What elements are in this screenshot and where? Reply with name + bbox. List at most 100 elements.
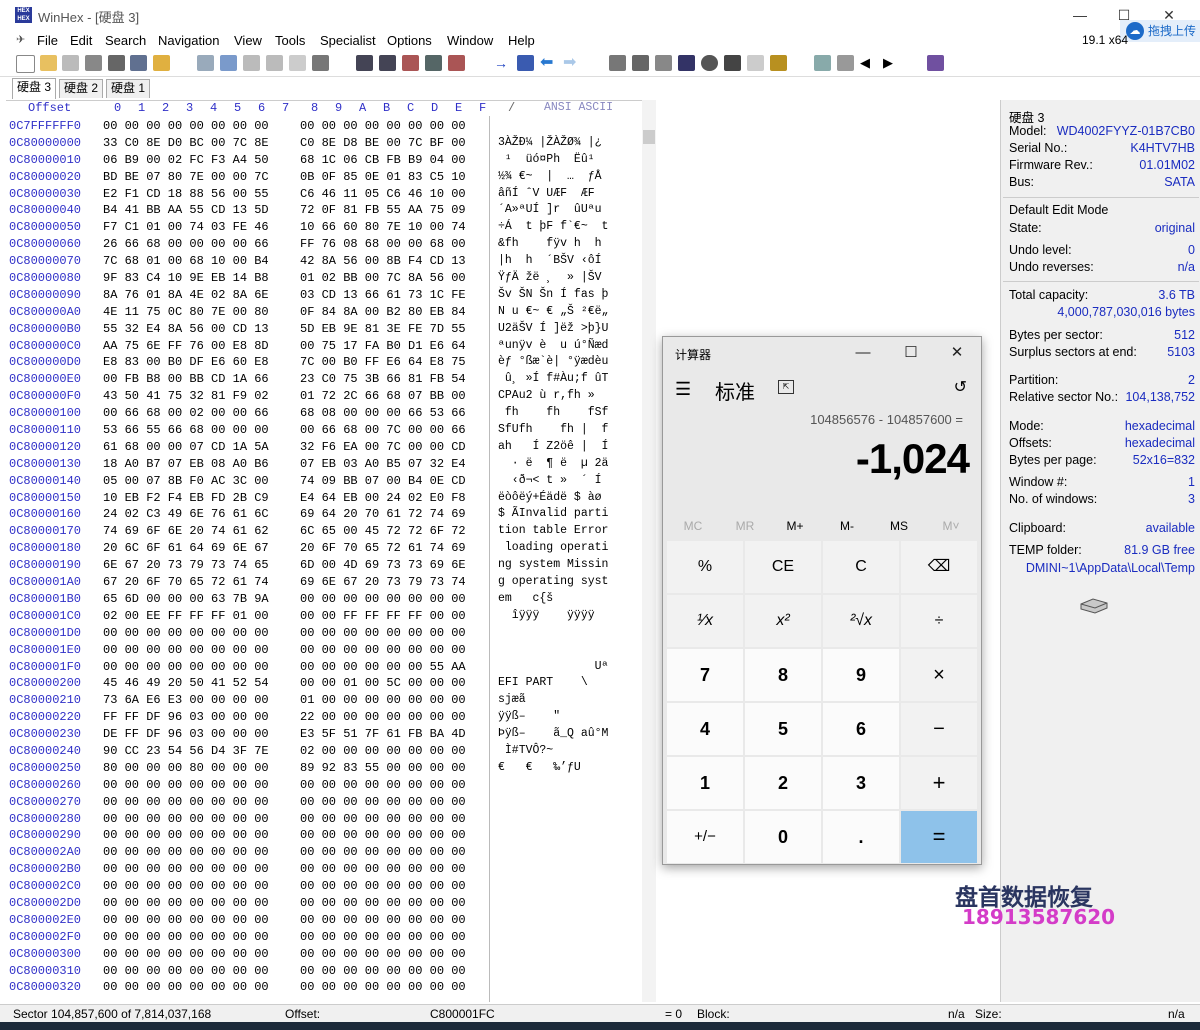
system-menu-icon[interactable]: ✈	[16, 33, 25, 46]
equals-button[interactable]: =	[901, 811, 977, 863]
digit-3-button[interactable]: 3	[823, 757, 899, 809]
copy-icon[interactable]	[220, 55, 237, 71]
clear-entry-button[interactable]: CE	[745, 541, 821, 593]
tree-icon[interactable]	[814, 55, 831, 71]
memory-clear-button[interactable]: MC	[667, 519, 719, 533]
hex-editor-panel[interactable]: Offset 0 1 2 3 4 5 6 7 8 9 A B C D E F /…	[6, 100, 656, 1003]
digit-6-button[interactable]: 6	[823, 703, 899, 755]
run-script-icon[interactable]	[153, 55, 170, 71]
menu-window[interactable]: Window	[447, 33, 493, 48]
tab-disk-1[interactable]: 硬盘 1	[106, 79, 151, 98]
calc-maximize-button[interactable]: ☐	[891, 341, 931, 365]
backspace-button[interactable]: ⌫	[901, 541, 977, 593]
disk-clone-icon[interactable]	[632, 55, 649, 71]
settings-gear-icon[interactable]	[770, 55, 787, 71]
hex-offset: 0C80000030	[9, 186, 82, 201]
decimal-button[interactable]: .	[823, 811, 899, 863]
paste-special-icon[interactable]	[289, 55, 306, 71]
hex-bytes-high: 72 0F 81 FB 55 AA 75 09	[300, 203, 466, 218]
goto-offset-icon[interactable]: →	[494, 55, 511, 71]
calc-close-button[interactable]: ✕	[937, 341, 977, 365]
digit-0-button[interactable]: 0	[745, 811, 821, 863]
back-icon[interactable]: ⬅	[540, 55, 557, 71]
memory-add-button[interactable]: M+	[769, 519, 821, 533]
minimize-button[interactable]: —	[1066, 4, 1094, 26]
save-icon[interactable]	[62, 55, 79, 71]
menu-help[interactable]: Help	[508, 33, 535, 48]
prev-page-icon[interactable]: ◀	[860, 55, 877, 71]
hash-icon[interactable]	[747, 55, 764, 71]
print-icon[interactable]	[85, 55, 102, 71]
replace-text-icon[interactable]	[425, 55, 442, 71]
memory-store-button[interactable]: MS	[873, 519, 925, 533]
binary-icon[interactable]	[312, 55, 329, 71]
hamburger-menu-icon[interactable]: ☰	[675, 379, 691, 400]
tab-disk-2[interactable]: 硬盘 2	[59, 79, 104, 98]
hex-scrollbar[interactable]	[642, 100, 656, 1002]
multiply-button[interactable]: ×	[901, 649, 977, 701]
digit-1-button[interactable]: 1	[667, 757, 743, 809]
memory-list-button[interactable]: M˅	[925, 519, 977, 533]
analyze-icon[interactable]	[724, 55, 741, 71]
percent-button[interactable]: %	[667, 541, 743, 593]
replace-hex-icon[interactable]	[448, 55, 465, 71]
forward-icon[interactable]: ➡	[563, 55, 580, 71]
menu-search[interactable]: Search	[105, 33, 146, 48]
menu-file[interactable]: File	[37, 33, 58, 48]
digit-8-button[interactable]: 8	[745, 649, 821, 701]
menu-edit[interactable]: Edit	[70, 33, 92, 48]
digit-5-button[interactable]: 5	[745, 703, 821, 755]
calculator-icon[interactable]	[678, 55, 695, 71]
sqrt-button[interactable]: ²√x	[823, 595, 899, 647]
model-value: WD4002FYYZ-01B7CB0	[1056, 124, 1195, 138]
memory-recall-button[interactable]: MR	[719, 519, 771, 533]
reciprocal-button[interactable]: ¹⁄x	[667, 595, 743, 647]
divide-button[interactable]: ÷	[901, 595, 977, 647]
undo-icon[interactable]	[197, 55, 214, 71]
tab-disk-3[interactable]: 硬盘 3	[12, 78, 57, 99]
menu-view[interactable]: View	[234, 33, 262, 48]
menu-specialist[interactable]: Specialist	[320, 33, 376, 48]
memory-subtract-button[interactable]: M-	[821, 519, 873, 533]
hex-scroll-thumb[interactable]	[643, 130, 655, 144]
help-book-icon[interactable]	[927, 55, 944, 71]
digit-4-button[interactable]: 4	[667, 703, 743, 755]
ascii-text: ´A»ªUÍ ]r ûUªu	[498, 203, 602, 217]
ram-icon[interactable]	[655, 55, 672, 71]
next-page-icon[interactable]: ▶	[883, 55, 900, 71]
table-icon[interactable]	[837, 55, 854, 71]
hex-bytes-low: 10 EB F2 F4 EB FD 2B C9	[103, 490, 269, 505]
hex-offset: 0C800001C0	[9, 608, 82, 623]
magnifier-icon[interactable]	[701, 55, 718, 71]
paste-icon[interactable]	[266, 55, 283, 71]
add-button[interactable]: +	[901, 757, 977, 809]
goto-sector-icon[interactable]	[517, 55, 534, 71]
hex-offset: 0C800001F0	[9, 659, 82, 674]
hex-bytes-low: 00 00 00 00 00 00 00 00	[103, 946, 269, 961]
negate-button[interactable]: +/−	[667, 811, 743, 863]
open-disk-icon[interactable]	[130, 55, 147, 71]
menu-tools[interactable]: Tools	[275, 33, 305, 48]
digit-7-button[interactable]: 7	[667, 649, 743, 701]
new-file-icon[interactable]	[16, 55, 35, 73]
menu-options[interactable]: Options	[387, 33, 432, 48]
cut-icon[interactable]	[243, 55, 260, 71]
menu-navigation[interactable]: Navigation	[158, 33, 219, 48]
digit-9-button[interactable]: 9	[823, 649, 899, 701]
hex-icon[interactable]	[402, 55, 419, 71]
hex-bytes-high: 69 6E 67 20 73 79 73 74	[300, 575, 466, 590]
clear-button[interactable]: C	[823, 541, 899, 593]
calc-minimize-button[interactable]: —	[843, 341, 883, 365]
properties-icon[interactable]	[108, 55, 125, 71]
keep-on-top-icon[interactable]: ⇱	[778, 380, 794, 394]
disk-tool-icon[interactable]	[609, 55, 626, 71]
history-icon[interactable]: ↺	[954, 377, 967, 397]
square-button[interactable]: x²	[745, 595, 821, 647]
calculator-window[interactable]: 计算器 — ☐ ✕ ☰ 标准 ⇱ ↺ 104856576 - 104857600…	[662, 336, 982, 865]
open-file-icon[interactable]	[40, 55, 57, 71]
hex-bytes-low: 00 66 68 00 02 00 00 66	[103, 406, 269, 421]
digit-2-button[interactable]: 2	[745, 757, 821, 809]
subtract-button[interactable]: −	[901, 703, 977, 755]
find-text-icon[interactable]	[356, 55, 373, 71]
find-hex-icon[interactable]	[379, 55, 396, 71]
